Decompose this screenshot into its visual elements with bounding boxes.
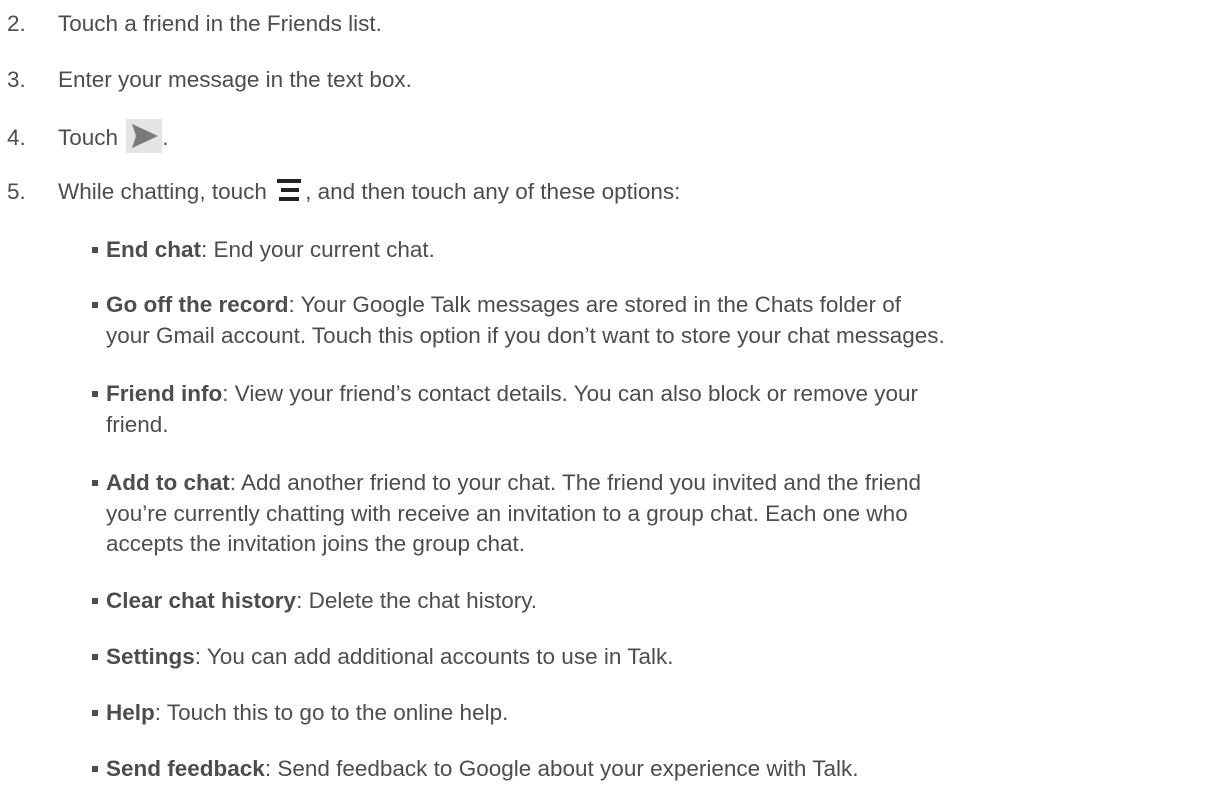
menu-icon bbox=[277, 178, 302, 202]
bullet-marker bbox=[92, 247, 98, 253]
option-desc-cont: you’re currently chatting with receive a… bbox=[106, 500, 908, 526]
option-desc: : Your Google Talk messages are stored i… bbox=[288, 292, 901, 317]
option-desc: : Touch this to go to the online help. bbox=[154, 700, 509, 725]
step-4: 4. Touch . bbox=[7, 119, 169, 156]
step-2: 2. Touch a friend in the Friends list. bbox=[7, 10, 382, 38]
option-desc-cont: friend. bbox=[106, 411, 169, 437]
option-friend-info: Friend info: View your friend’s contact … bbox=[92, 379, 1206, 440]
bullet-marker bbox=[92, 391, 98, 397]
step-number: 4. bbox=[7, 124, 26, 150]
option-desc: : View your friend’s contact details. Yo… bbox=[222, 381, 919, 406]
step-text: Touch a friend in the Friends list. bbox=[58, 11, 382, 36]
option-term: End chat bbox=[106, 237, 202, 262]
option-desc: : Send feedback to Google about your exp… bbox=[264, 756, 859, 781]
option-add-to-chat: Add to chat: Add another friend to your … bbox=[92, 468, 1206, 560]
bullet-marker bbox=[92, 766, 98, 772]
option-desc: : Delete the chat history. bbox=[296, 588, 538, 613]
option-desc-cont: accepts the invitation joins the group c… bbox=[106, 531, 526, 556]
option-term: Clear chat history bbox=[106, 588, 297, 613]
step-3: 3. Enter your message in the text box. bbox=[7, 66, 412, 94]
option-term: Friend info bbox=[106, 381, 223, 406]
option-go-off-the-record: Go off the record: Your Google Talk mess… bbox=[92, 290, 1206, 351]
bullet-marker bbox=[92, 654, 98, 660]
option-clear-chat-history: Clear chat history: Delete the chat hist… bbox=[92, 586, 1206, 617]
step-5: 5. While chatting, touch , and then touch… bbox=[7, 178, 680, 206]
step-text-before: Touch bbox=[58, 124, 125, 150]
option-end-chat: End chat: End your current chat. bbox=[92, 235, 1206, 266]
step-text: Enter your message in the text box. bbox=[58, 67, 412, 92]
option-desc: : End your current chat. bbox=[201, 237, 435, 262]
step-text-after: . bbox=[162, 124, 169, 150]
step-number: 2. bbox=[7, 11, 26, 36]
option-term: Send feedback bbox=[106, 756, 265, 781]
bullet-marker bbox=[92, 480, 98, 486]
bullet-marker bbox=[92, 710, 98, 716]
option-term: Help bbox=[106, 700, 155, 725]
option-settings: Settings: You can add additional account… bbox=[92, 642, 1206, 673]
option-term: Add to chat bbox=[106, 470, 230, 495]
option-term: Settings bbox=[106, 644, 195, 669]
step-number: 5. bbox=[7, 179, 26, 204]
step-number: 3. bbox=[7, 67, 26, 92]
send-arrow-icon bbox=[126, 119, 163, 153]
step-text-before: While chatting, touch bbox=[58, 179, 274, 204]
bullet-marker bbox=[92, 302, 98, 308]
option-send-feedback: Send feedback: Send feedback to Google a… bbox=[92, 754, 1206, 785]
option-desc-cont: your Gmail account. Touch this option if… bbox=[106, 322, 945, 348]
option-desc: : Add another friend to your chat. The f… bbox=[229, 470, 922, 495]
option-desc: : You can add additional accounts to use… bbox=[194, 644, 674, 669]
option-term: Go off the record bbox=[106, 292, 289, 317]
document-page: 2. Touch a friend in the Friends list. 3.… bbox=[0, 0, 1210, 801]
step-text-after: , and then touch any of these options: bbox=[305, 179, 681, 204]
bullet-marker bbox=[92, 598, 98, 604]
option-help: Help: Touch this to go to the online hel… bbox=[92, 698, 1206, 729]
